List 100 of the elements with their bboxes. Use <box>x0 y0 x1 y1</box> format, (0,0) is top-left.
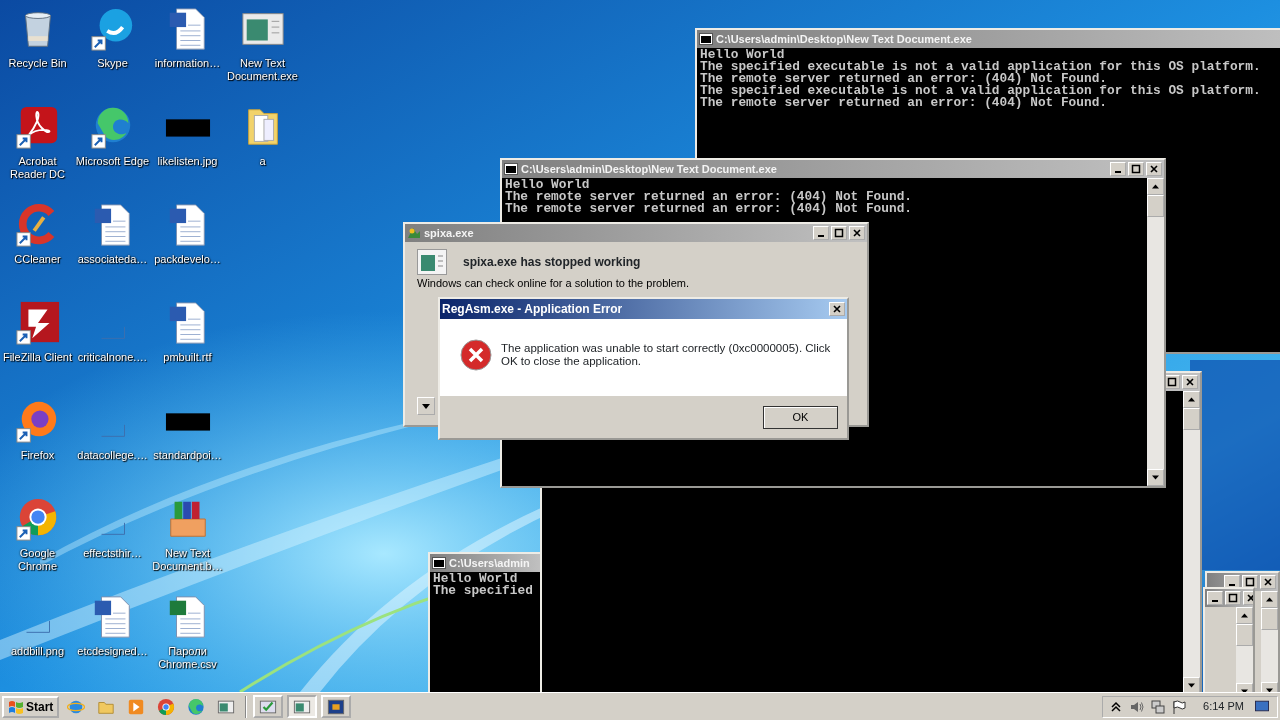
play-icon <box>127 697 146 716</box>
icon-label[interactable]: Skype <box>97 57 128 70</box>
icon-label[interactable]: Acrobat Reader DC <box>0 155 75 181</box>
scrollbar[interactable] <box>1183 391 1200 692</box>
console-line: The specified executable is not a valid application for this OS platform. <box>700 85 1262 97</box>
close-button[interactable] <box>1260 575 1276 589</box>
icon-label[interactable]: Microsoft Edge <box>75 155 150 168</box>
taskbar-button[interactable] <box>321 695 352 718</box>
maximize-button[interactable] <box>1128 162 1144 176</box>
title-bar[interactable] <box>1205 589 1253 607</box>
minimize-button[interactable] <box>1110 162 1126 176</box>
maximize-icon <box>834 228 844 238</box>
icon-label[interactable]: Google Chrome <box>0 547 75 573</box>
console-line: The specified executable is not a valid application for this OS platform. <box>700 61 1262 73</box>
icon-label[interactable]: effectsthir… <box>83 547 142 560</box>
icon-label[interactable]: pmbuilt.rtf <box>163 351 212 364</box>
icon-label[interactable]: Firefox <box>20 449 55 462</box>
window-title: C:\Users\admin\Desktop\New Text Document.exe <box>521 161 777 177</box>
close-icon <box>852 228 862 238</box>
ftp-app-icon[interactable] <box>14 300 61 346</box>
icon-label[interactable]: Recycle Bin <box>8 57 67 70</box>
details-toggle-button[interactable] <box>417 397 435 415</box>
browser-icon <box>187 697 206 716</box>
icon-label[interactable]: datacollege.… <box>77 449 148 462</box>
ok-button[interactable]: OK <box>763 405 838 429</box>
window-title: spixa.exe <box>424 225 474 241</box>
speaker-icon[interactable] <box>1130 699 1145 714</box>
dialog-heading: spixa.exe has stopped working <box>463 254 641 271</box>
console-icon <box>432 556 446 570</box>
app-icon <box>407 226 421 240</box>
minimize-icon <box>1212 600 1218 602</box>
up-arrow-icon <box>1187 395 1196 404</box>
icon-label[interactable]: associateda… <box>77 253 148 266</box>
icon-label[interactable]: packdevelo… <box>154 253 221 266</box>
icon-label[interactable]: standardpoi… <box>153 449 222 462</box>
close-button[interactable] <box>849 226 865 240</box>
console-icon <box>504 162 518 176</box>
title-bar[interactable]: C:\Users\admin\Desktop\New Text Document.exe <box>502 160 1164 178</box>
browser-icon <box>157 697 176 716</box>
scroll-thumb[interactable] <box>1261 608 1278 630</box>
scroll-thumb[interactable] <box>1236 624 1253 646</box>
icon-label[interactable]: New Text Document.exe <box>225 57 300 83</box>
icon-label[interactable]: a <box>259 155 266 168</box>
minimize-icon <box>1115 171 1121 173</box>
icon-label[interactable]: addbill.png <box>10 645 65 658</box>
start-button[interactable]: Start <box>2 695 60 718</box>
flag-icon[interactable] <box>1172 699 1187 714</box>
network-icon[interactable] <box>1151 699 1166 714</box>
scroll-thumb[interactable] <box>1183 408 1200 430</box>
window-title: C:\Users\admin <box>449 555 530 571</box>
scroll-up-button[interactable] <box>1261 591 1278 608</box>
error-icon <box>460 338 492 371</box>
desktop-icon <box>1255 698 1269 713</box>
flag-window-icon <box>327 697 346 716</box>
close-icon <box>832 304 842 314</box>
minimize-button[interactable] <box>813 226 829 240</box>
scrollbar[interactable] <box>1236 607 1253 692</box>
console-line: Hello World <box>700 49 785 61</box>
icon-label[interactable]: likelisten.jpg <box>157 155 218 168</box>
error-message: The application was unable to start correctly (0xc0000005). Click OK to close the application. <box>501 341 832 368</box>
close-icon <box>1149 164 1159 174</box>
scroll-thumb[interactable] <box>1147 195 1164 217</box>
up-arrow-icon <box>1240 611 1249 620</box>
scroll-up-button[interactable] <box>1183 391 1200 408</box>
scrollbar[interactable] <box>1261 591 1278 692</box>
scroll-down-button[interactable] <box>1147 469 1164 486</box>
console-line: The remote server returned an error: (404) Not Found. <box>505 191 913 203</box>
console-line: The remote server returned an error: (404) Not Found. <box>700 73 1107 85</box>
maximize-button[interactable] <box>831 226 847 240</box>
icon-label[interactable]: etcdesigned… <box>77 645 148 658</box>
window-title: C:\Users\admin\Desktop\New Text Document.exe <box>716 31 972 47</box>
icon-label[interactable]: CCleaner <box>14 253 61 266</box>
clock[interactable]: 6:14 PM <box>1203 698 1244 715</box>
minimize-button[interactable] <box>1207 591 1223 605</box>
close-button[interactable] <box>1182 375 1198 389</box>
icon-label[interactable]: information… <box>154 57 221 70</box>
close-button[interactable] <box>1146 162 1162 176</box>
scroll-up-button[interactable] <box>1147 178 1164 195</box>
taskbar-button[interactable] <box>287 695 318 718</box>
maximize-button[interactable] <box>1225 591 1241 605</box>
close-button[interactable] <box>829 302 845 316</box>
console-line: Hello World <box>433 573 518 585</box>
icon-label[interactable]: criticalnone.… <box>77 351 148 364</box>
scroll-down-button[interactable] <box>1183 677 1200 692</box>
console-icon <box>699 32 713 46</box>
down-arrow-icon <box>1151 473 1160 482</box>
title-bar[interactable]: RegAsm.exe - Application Error <box>440 299 847 319</box>
title-bar[interactable]: C:\Users\admin\Desktop\New Text Document.exe <box>697 30 1280 48</box>
down-arrow-icon <box>1187 681 1196 690</box>
close-icon <box>1185 377 1195 387</box>
console-line: The remote server returned an error: (404) Not Found. <box>700 97 1108 109</box>
title-bar[interactable]: spixa.exe <box>405 224 867 242</box>
scroll-up-button[interactable] <box>1236 607 1253 624</box>
icon-label[interactable]: FileZilla Client <box>2 351 73 364</box>
scrollbar[interactable] <box>1147 178 1164 486</box>
close-icon <box>1246 593 1253 603</box>
close-icon <box>1263 577 1273 587</box>
minimize-icon <box>1229 584 1235 586</box>
window-title: RegAsm.exe - Application Error <box>442 301 623 318</box>
console-line: The remote server returned an error: (404) Not Found. <box>505 203 913 215</box>
